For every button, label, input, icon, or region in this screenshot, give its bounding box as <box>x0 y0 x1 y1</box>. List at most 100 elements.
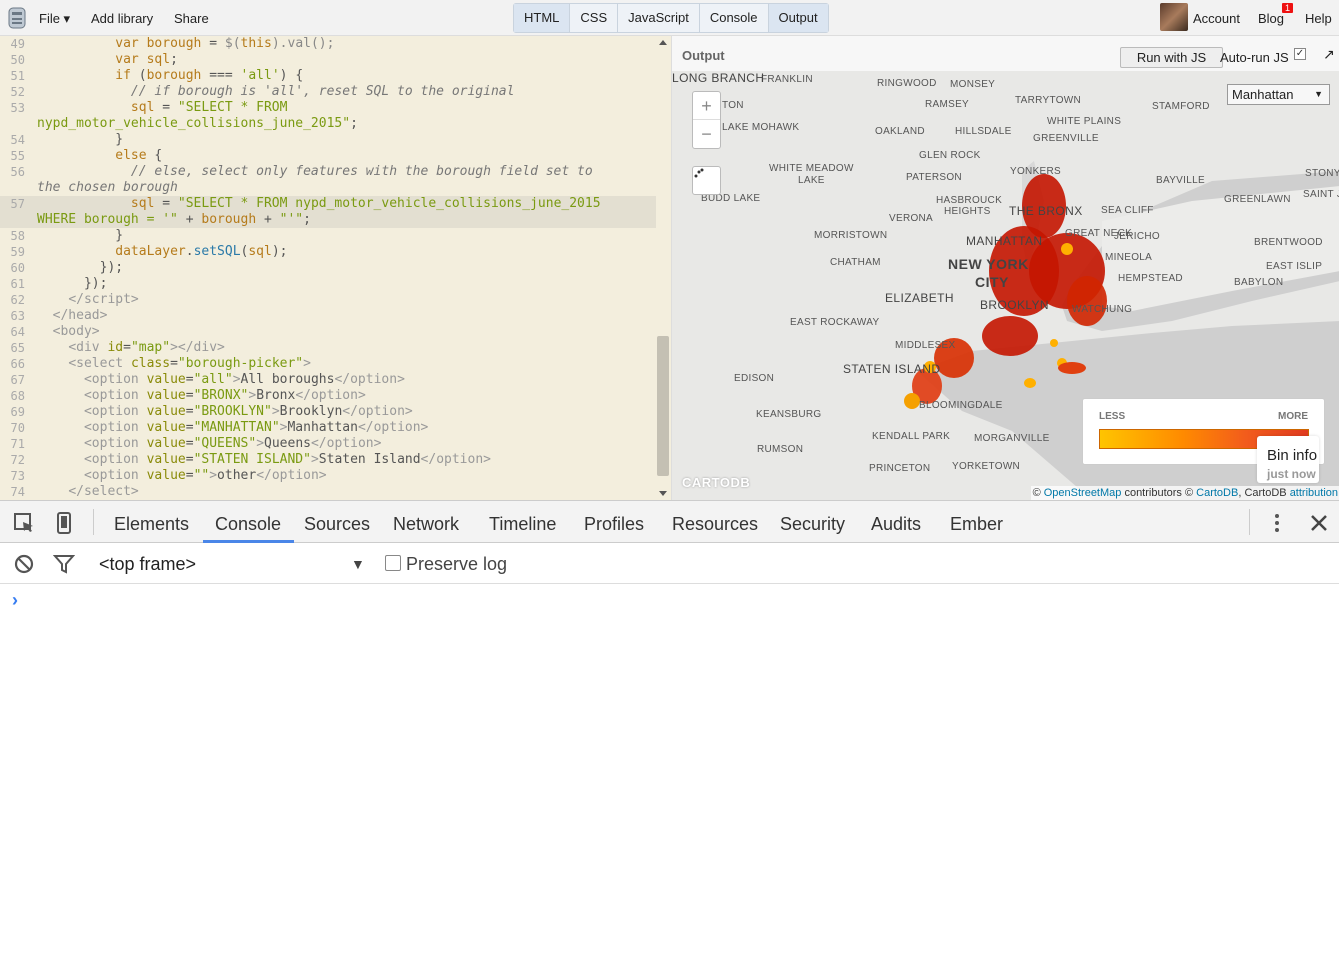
map-place-label: VERONA <box>889 213 934 224</box>
close-icon[interactable] <box>1308 512 1330 534</box>
code-line[interactable]: 62 </script> <box>0 292 656 308</box>
devtools-tab-sources[interactable]: Sources <box>304 514 370 535</box>
tab-console[interactable]: Console <box>699 4 769 32</box>
popout-icon[interactable]: ↗ <box>1323 46 1335 63</box>
map-place-label: TARRYTOWN <box>1015 95 1082 106</box>
console-prompt[interactable]: › <box>12 590 18 611</box>
attribution-link[interactable]: attribution <box>1290 487 1338 499</box>
code-line[interactable]: 51 if (borough === 'all') { <box>0 68 656 84</box>
map-attribution: © OpenStreetMap contributors © CartoDB, … <box>1030 486 1339 500</box>
html-editor[interactable]: 49 var borough = $(this).val(); 50 var sq… <box>0 36 671 500</box>
code-line[interactable]: 69 <option value="BROOKLYN">Brooklyn</op… <box>0 404 656 420</box>
line-number: 65 <box>10 341 25 355</box>
code-text: <option value="MANHATTAN">Manhattan</opt… <box>83 420 429 435</box>
code-line[interactable]: 66 <select class="borough-picker"> <box>0 356 656 372</box>
code-line[interactable]: 59 dataLayer.setSQL(sql); <box>0 244 656 260</box>
frame-dropdown-icon[interactable]: ▼ <box>351 556 365 572</box>
line-number: 67 <box>10 373 25 387</box>
map-place-label: RAMSEY <box>925 99 970 110</box>
code-line[interactable]: 57 sql = "SELECT * FROM nypd_motor_vehic… <box>0 196 656 212</box>
zoom-out-button[interactable]: − <box>693 120 720 148</box>
map-place-label: LONG BRANCH <box>672 71 765 85</box>
run-with-js-button[interactable]: Run with JS <box>1120 47 1223 68</box>
devtools-tab-ember[interactable]: Ember <box>950 514 1003 535</box>
line-number: 55 <box>10 149 25 163</box>
line-number: 62 <box>10 293 25 307</box>
line-number: 73 <box>10 469 25 483</box>
map-place-label: KENDALL PARK <box>872 431 951 442</box>
filter-icon[interactable] <box>53 553 75 575</box>
device-mode-icon[interactable] <box>53 512 75 534</box>
map-place-label: HASBROUCK <box>936 195 1003 206</box>
menu-account[interactable]: Account <box>1193 11 1240 26</box>
line-number: 64 <box>10 325 25 339</box>
code-text: if (borough === 'all') { <box>115 68 304 83</box>
code-line[interactable]: 74 </select> <box>0 484 656 500</box>
scroll-up-icon[interactable] <box>659 40 667 45</box>
cartodb-link[interactable]: CartoDB <box>1196 487 1238 499</box>
code-line[interactable]: 52 // if borough is 'all', reset SQL to … <box>0 84 656 100</box>
osm-link[interactable]: OpenStreetMap <box>1044 487 1122 499</box>
code-line[interactable]: WHERE borough = '" + borough + "'"; <box>0 212 656 228</box>
code-line[interactable]: 54 } <box>0 132 656 148</box>
code-line[interactable]: 68 <option value="BRONX">Bronx</option> <box>0 388 656 404</box>
devtools-tab-resources[interactable]: Resources <box>672 514 758 535</box>
preserve-log-checkbox[interactable] <box>385 555 401 571</box>
jsbin-logo-icon[interactable] <box>8 6 26 30</box>
devtools-tab-elements[interactable]: Elements <box>114 514 189 535</box>
code-line[interactable]: 58 } <box>0 228 656 244</box>
draw-tool-button[interactable] <box>692 166 721 195</box>
editor-scrollbar[interactable] <box>656 36 671 500</box>
devtools-tab-console[interactable]: Console <box>215 514 281 535</box>
code-line[interactable]: 56 // else, select only features with th… <box>0 164 656 180</box>
map-place-label: BABYLON <box>1234 277 1284 288</box>
frame-selector[interactable]: <top frame> <box>99 554 196 575</box>
tab-html[interactable]: HTML <box>514 4 571 32</box>
menu-blog[interactable]: Blog <box>1258 11 1284 26</box>
code-line[interactable]: 72 <option value="STATEN ISLAND">Staten … <box>0 452 656 468</box>
zoom-in-button[interactable]: + <box>693 92 720 120</box>
map-place-label: NEW YORK <box>948 256 1029 272</box>
devtools-tab-timeline[interactable]: Timeline <box>489 514 556 535</box>
code-line[interactable]: 71 <option value="QUEENS">Queens</option… <box>0 436 656 452</box>
avatar[interactable] <box>1160 3 1188 31</box>
code-line[interactable]: 67 <option value="all">All boroughs</opt… <box>0 372 656 388</box>
code-line[interactable]: the chosen borough <box>0 180 656 196</box>
cartodb-logo: CARTODB <box>682 475 751 490</box>
more-options-icon[interactable] <box>1266 512 1288 534</box>
code-line[interactable]: 55 else { <box>0 148 656 164</box>
code-line[interactable]: 61 }); <box>0 276 656 292</box>
tab-javascript[interactable]: JavaScript <box>618 4 700 32</box>
scroll-down-icon[interactable] <box>659 491 667 496</box>
menu-share[interactable]: Share <box>174 11 209 26</box>
chevron-down-icon: ▼ <box>1314 89 1323 99</box>
code-line[interactable]: 70 <option value="MANHATTAN">Manhattan</… <box>0 420 656 436</box>
borough-picker-select[interactable]: Manhattan ▼ <box>1227 84 1330 105</box>
code-text: <option value="STATEN ISLAND">Staten Isl… <box>83 452 491 467</box>
code-line[interactable]: 65 <div id="map"></div> <box>0 340 656 356</box>
devtools-tab-audits[interactable]: Audits <box>871 514 921 535</box>
code-line[interactable]: 63 </head> <box>0 308 656 324</box>
autorun-checkbox[interactable]: ✓ <box>1294 48 1306 60</box>
code-line[interactable]: 64 <body> <box>0 324 656 340</box>
menu-add-library[interactable]: Add library <box>91 11 153 26</box>
tab-output[interactable]: Output <box>768 4 828 32</box>
menu-file[interactable]: File ▾ <box>39 11 70 27</box>
code-line[interactable]: 73 <option value="">other</option> <box>0 468 656 484</box>
code-line[interactable]: 60 }); <box>0 260 656 276</box>
menu-help[interactable]: Help <box>1305 11 1332 26</box>
map[interactable]: FRANKLIN RINGWOOD MONSEY TARRYTOWN STAMFORD T… <box>672 71 1339 500</box>
code-line[interactable]: nypd_motor_vehicle_collisions_june_2015"… <box>0 116 656 132</box>
bin-info-tooltip[interactable]: Bin info just now <box>1257 436 1319 483</box>
devtools-tab-security[interactable]: Security <box>780 514 845 535</box>
clear-console-icon[interactable] <box>13 553 35 575</box>
scrollbar-thumb[interactable] <box>657 336 669 476</box>
devtools-tab-profiles[interactable]: Profiles <box>584 514 644 535</box>
code-line[interactable]: 53 sql = "SELECT * FROM <box>0 100 656 116</box>
map-place-label: MORRISTOWN <box>814 230 888 241</box>
devtools-tab-network[interactable]: Network <box>393 514 459 535</box>
inspect-element-icon[interactable] <box>13 512 35 534</box>
code-line[interactable]: 50 var sql; <box>0 52 656 68</box>
code-line[interactable]: 49 var borough = $(this).val(); <box>0 36 656 52</box>
tab-css[interactable]: CSS <box>570 4 619 32</box>
